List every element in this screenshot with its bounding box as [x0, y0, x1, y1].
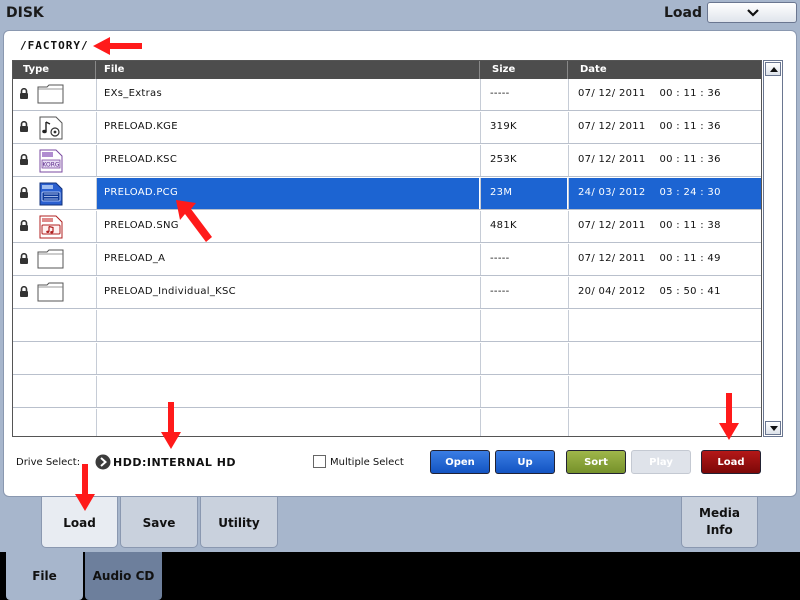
sng-file-icon — [39, 215, 63, 239]
lock-icon — [20, 187, 28, 198]
file-list-header: Type File Size Date — [13, 61, 761, 79]
ksc-file-icon: KORG — [39, 149, 63, 173]
file-date: 07/ 12/ 2011 00 : 11 : 38 — [578, 220, 721, 231]
file-type-cell — [13, 178, 95, 209]
column-divider — [567, 61, 568, 79]
file-name: PRELOAD.SNG — [104, 220, 179, 231]
multiple-select-label: Multiple Select — [330, 457, 404, 468]
drive-select-value[interactable]: HDD:INTERNAL HD — [113, 456, 236, 469]
file-row[interactable]: PRELOAD_Individual_KSC ----- 20/ 04/ 201… — [13, 277, 761, 309]
up-button[interactable]: Up — [495, 450, 555, 474]
lock-icon — [20, 253, 28, 264]
empty-row — [13, 409, 761, 436]
file-size: ----- — [490, 253, 510, 264]
file-date: 20/ 04/ 2012 05 : 50 : 41 — [578, 286, 721, 297]
tab-audio-cd[interactable]: Audio CD — [85, 552, 162, 600]
kge-file-icon — [39, 116, 63, 140]
empty-row — [13, 310, 761, 342]
file-date: 24/ 03/ 2012 03 : 24 : 30 — [578, 187, 721, 198]
file-row[interactable]: PRELOAD_A ----- 07/ 12/ 2011 00 : 11 : 4… — [13, 244, 761, 276]
current-path: /FACTORY/ — [20, 39, 89, 52]
page-menu-button[interactable] — [707, 2, 797, 23]
open-button[interactable]: Open — [430, 450, 490, 474]
file-type-cell — [13, 112, 95, 143]
file-date: 07/ 12/ 2011 00 : 11 : 36 — [578, 121, 721, 132]
file-name: EXs_Extras — [104, 88, 162, 99]
annotation-arrow-left-icon — [93, 37, 142, 55]
file-size: 481K — [490, 220, 517, 231]
empty-row — [13, 343, 761, 375]
file-name: PRELOAD.PCG — [104, 187, 178, 198]
tab-media-info[interactable]: Media Info — [681, 497, 758, 548]
file-date: 07/ 12/ 2011 00 : 11 : 36 — [578, 88, 721, 99]
svg-text:KORG: KORG — [42, 162, 59, 169]
file-type-cell — [13, 277, 95, 308]
file-type-cell — [13, 79, 95, 110]
file-row[interactable]: KORG PRELOAD.KSC 253K 07/ 12/ 2011 00 : … — [13, 145, 761, 177]
tab-media-info-line1: Media — [699, 506, 740, 520]
file-date: 07/ 12/ 2011 00 : 11 : 49 — [578, 253, 721, 264]
title-bar: DISK Load — [0, 0, 800, 26]
file-size: 319K — [490, 121, 517, 132]
file-size: 23M — [490, 187, 513, 198]
annotation-arrow-down-icon — [161, 402, 181, 449]
page-title: DISK — [6, 5, 44, 21]
file-name: PRELOAD.KSC — [104, 154, 178, 165]
scroll-up-button[interactable] — [765, 62, 781, 76]
annotation-arrow-down-icon — [75, 464, 95, 511]
file-row-selected[interactable]: PRELOAD.PCG 23M 24/ 03/ 2012 03 : 24 : 3… — [13, 178, 761, 210]
file-row[interactable]: EXs_Extras ----- 07/ 12/ 2011 00 : 11 : … — [13, 79, 761, 111]
file-row[interactable]: PRELOAD.KGE 319K 07/ 12/ 2011 00 : 11 : … — [13, 112, 761, 144]
file-date: 07/ 12/ 2011 00 : 11 : 36 — [578, 154, 721, 165]
triangle-up-icon — [770, 67, 778, 72]
file-type-cell — [13, 211, 95, 242]
scroll-down-button[interactable] — [765, 421, 781, 435]
tab-media-info-line2: Info — [706, 523, 733, 537]
folder-icon — [37, 249, 64, 269]
empty-row — [13, 376, 761, 408]
file-list-scrollbar[interactable] — [763, 60, 783, 437]
file-list[interactable]: Type File Size Date EXs_Extras ----- 07/… — [12, 60, 762, 437]
file-size: 253K — [490, 154, 517, 165]
file-type-cell: KORG — [13, 145, 95, 176]
column-divider — [479, 61, 480, 79]
file-row[interactable]: PRELOAD.SNG 481K 07/ 12/ 2011 00 : 11 : … — [13, 211, 761, 243]
folder-icon — [37, 282, 64, 302]
play-button: Play — [631, 450, 691, 474]
tab-save-label: Save — [142, 516, 176, 530]
lock-icon — [20, 88, 28, 99]
file-type-cell — [13, 244, 95, 275]
folder-icon — [37, 84, 64, 104]
tab-file[interactable]: File — [6, 552, 83, 600]
annotation-arrow-up-left-icon — [176, 200, 212, 242]
file-name: PRELOAD_A — [104, 253, 166, 264]
tab-utility[interactable]: Utility — [200, 497, 278, 548]
lock-icon — [20, 154, 28, 165]
lock-icon — [20, 286, 28, 297]
pcg-file-icon — [39, 182, 63, 206]
file-size: ----- — [490, 286, 510, 297]
lock-icon — [20, 220, 28, 231]
drive-select-label: Drive Select: — [16, 457, 81, 468]
triangle-down-icon — [770, 426, 778, 431]
file-name: PRELOAD.KGE — [104, 121, 178, 132]
lock-icon — [20, 121, 28, 132]
page-menu-label: Load — [664, 5, 703, 21]
chevron-down-icon — [747, 9, 759, 17]
sort-button[interactable]: Sort — [566, 450, 626, 474]
annotation-arrow-down-icon — [719, 393, 739, 440]
multiple-select-checkbox[interactable] — [313, 455, 326, 468]
file-name: PRELOAD_Individual_KSC — [104, 286, 236, 297]
file-size: ----- — [490, 88, 510, 99]
column-file: File — [104, 64, 125, 75]
drive-select-arrow-icon[interactable] — [95, 454, 111, 470]
tab-load-label: Load — [63, 516, 96, 530]
column-date: Date — [580, 64, 607, 75]
tab-utility-label: Utility — [218, 516, 260, 530]
load-button[interactable]: Load — [701, 450, 761, 474]
column-size: Size — [492, 64, 516, 75]
column-type: Type — [23, 64, 50, 75]
tab-save[interactable]: Save — [120, 497, 198, 548]
column-divider — [95, 61, 96, 79]
